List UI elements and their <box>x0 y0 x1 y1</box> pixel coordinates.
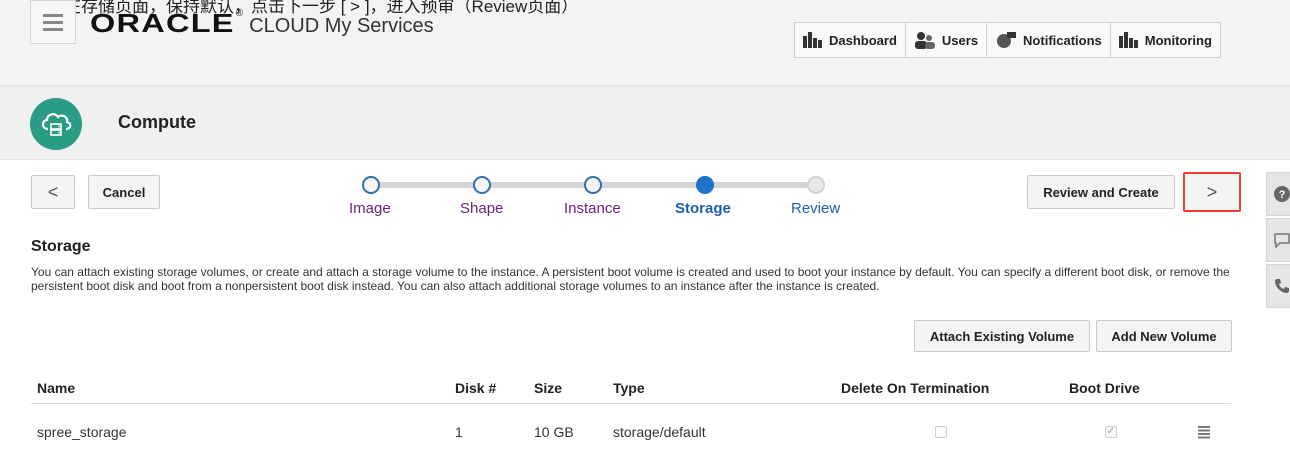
cloud-compute-icon <box>30 98 82 150</box>
step-storage-dot[interactable] <box>696 176 714 194</box>
col-delete-on-termination[interactable]: Delete On Termination <box>841 372 989 404</box>
nav-notifications-button[interactable]: Notifications <box>986 22 1111 58</box>
cell-size: 10 GB <box>534 424 574 440</box>
step-review-label: Review <box>791 200 841 217</box>
step-shape-label[interactable]: Shape <box>460 200 503 217</box>
next-button[interactable]: > <box>1183 172 1241 212</box>
users-icon <box>914 31 936 49</box>
nav-users-button[interactable]: Users <box>904 22 988 58</box>
step-image-dot[interactable] <box>362 176 380 194</box>
bar-chart-icon <box>803 32 823 48</box>
step-image-label[interactable]: Image <box>349 200 391 217</box>
side-toolbar: ? <box>1266 172 1290 310</box>
step-shape-dot[interactable] <box>473 176 491 194</box>
wizard-train: Image Shape Instance Storage Review <box>340 172 860 222</box>
col-boot-drive[interactable]: Boot Drive <box>1069 372 1140 404</box>
phone-icon[interactable] <box>1266 264 1290 308</box>
nav-label: Monitoring <box>1144 32 1212 48</box>
section-title: Storage <box>31 238 91 255</box>
top-nav: Dashboard Users Notifications Monitoring <box>794 22 1221 58</box>
step-instance-label[interactable]: Instance <box>564 200 621 217</box>
brand-title: CLOUD My Services <box>249 15 434 37</box>
back-button[interactable]: < <box>31 175 75 209</box>
oracle-logo: ORACLE <box>90 8 235 38</box>
step-review-dot <box>807 176 825 194</box>
checkbox-unchecked[interactable] <box>935 426 947 438</box>
nav-label: Dashboard <box>829 32 897 48</box>
cancel-button[interactable]: Cancel <box>88 175 160 209</box>
nav-label: Notifications <box>1023 32 1102 48</box>
cell-disk: 1 <box>455 424 463 440</box>
step-storage-label[interactable]: Storage <box>675 200 731 217</box>
nav-monitoring-button[interactable]: Monitoring <box>1109 22 1221 58</box>
nav-label: Users <box>941 32 979 48</box>
brand[interactable]: ORACLE ® CLOUD My Services <box>90 8 434 39</box>
page-title: Compute <box>118 112 196 132</box>
col-name[interactable]: Name <box>37 372 75 404</box>
storage-table: Name Disk # Size Type Delete On Terminat… <box>31 372 1231 448</box>
col-type[interactable]: Type <box>613 372 645 404</box>
trademark: ® <box>235 8 244 19</box>
table-header: Name Disk # Size Type Delete On Terminat… <box>31 372 1231 404</box>
review-and-create-button[interactable]: Review and Create <box>1027 175 1175 209</box>
step-instance-dot[interactable] <box>584 176 602 194</box>
row-menu-icon[interactable] <box>1197 416 1211 448</box>
help-icon[interactable]: ? <box>1266 172 1290 216</box>
add-new-volume-button[interactable]: Add New Volume <box>1096 320 1232 352</box>
cell-type: storage/default <box>613 424 706 440</box>
cell-name: spree_storage <box>37 424 127 440</box>
attach-existing-volume-button[interactable]: Attach Existing Volume <box>914 320 1090 352</box>
hamburger-icon <box>43 13 63 17</box>
col-disk[interactable]: Disk # <box>455 372 496 404</box>
menu-button[interactable] <box>30 0 76 44</box>
notifications-icon <box>995 31 1017 49</box>
nav-dashboard-button[interactable]: Dashboard <box>794 22 906 58</box>
col-size[interactable]: Size <box>534 372 562 404</box>
checkbox-checked[interactable]: ✓ <box>1105 426 1117 438</box>
svg-text:?: ? <box>1278 189 1285 201</box>
section-description: You can attach existing storage volumes,… <box>31 265 1230 293</box>
table-row[interactable]: spree_storage 1 10 GB storage/default ✓ <box>31 416 1231 448</box>
bar-chart-icon <box>1118 32 1139 48</box>
delete-on-termination-checkbox[interactable] <box>935 416 947 448</box>
chat-icon[interactable] <box>1266 218 1290 262</box>
boot-drive-checkbox[interactable]: ✓ <box>1105 416 1117 448</box>
top-header: 在存储页面，保持默认，点击下一步 [ > ]，进入预审（Review页面） OR… <box>0 0 1290 86</box>
